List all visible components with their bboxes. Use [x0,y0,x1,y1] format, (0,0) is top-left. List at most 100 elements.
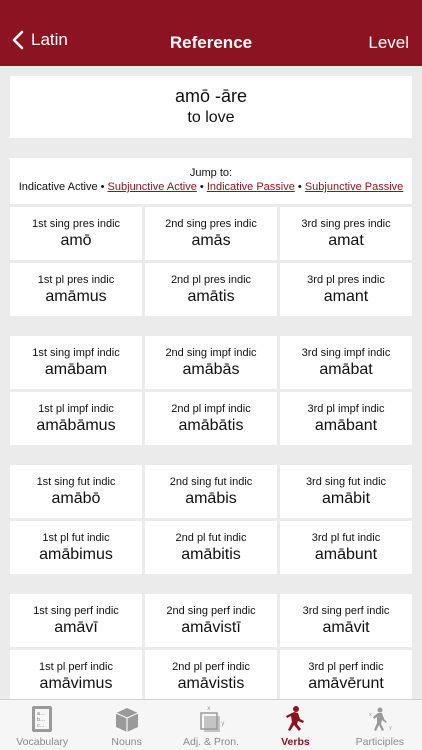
svg-text:c...: c... [37,723,45,729]
conjugation-cell: 2nd sing pres indic amās [145,207,277,260]
jump-link-subjunctive-passive[interactable]: Subjunctive Passive [305,181,403,193]
conjugation-cell: 1st pl pres indic amāmus [10,263,142,316]
verb-form: amāvimus [39,675,113,692]
verb-form: amāmus [45,288,107,305]
tab-label: Nouns [111,736,142,748]
verb-form: amat [328,232,364,249]
level-button[interactable]: Level [368,33,409,53]
nouns-icon [115,708,138,732]
navigation-bar: Latin Reference Level [0,0,422,66]
verb-form: amātis [187,288,235,305]
present-indicative-group: 1st sing pres indic amō 2nd sing pres ind… [10,207,412,316]
verb-form: amāvistī [181,619,241,636]
jump-to-label: Jump to: [189,167,233,179]
reference-content[interactable]: amō -āre to love Jump to: Indicative Act… [0,66,422,699]
form-label: 2nd sing fut indic [169,476,253,488]
conjugation-cell: 3rd pl perf indic amāvērunt [280,650,412,699]
verb-form: amābit [321,490,371,507]
conjugation-cell: 1st sing fut indic amābō [10,465,142,518]
jump-separator: • [199,181,207,193]
jump-link-subjunctive-active[interactable]: Subjunctive Active [108,181,197,193]
form-label: 1st pl impf indic [38,403,114,415]
conjugation-cell: 3rd sing impf indic amābat [280,336,412,389]
verb-header-card: amō -āre to love [10,76,412,138]
verb-form: amābis [185,490,237,507]
conjugation-cell: 1st sing impf indic amābam [10,336,142,389]
conjugation-cell: 3rd sing perf indic amāvit [280,594,412,647]
verb-lemma: amō -āre [174,86,248,106]
verb-form: amāvit [322,619,370,636]
verb-form: amāvistis [177,675,245,692]
form-label: 1st pl pres indic [37,274,115,286]
form-label: 1st sing perf indic [33,605,119,617]
verb-form: amābam [44,361,108,378]
tab-participles[interactable]: x y Participles [338,700,422,750]
future-indicative-group: 1st sing fut indic amābō 2nd sing fut ind… [10,465,412,574]
verb-form: amās [191,232,231,249]
form-label: 3rd pl pres indic [307,274,385,286]
conjugation-cell: 2nd pl perf indic amāvistis [145,650,277,699]
form-label: 2nd pl pres indic [170,274,252,286]
jump-current-section: Indicative Active [18,181,98,193]
conjugation-cell: 2nd pl fut indic amābitis [145,521,277,574]
svg-text:x: x [207,705,211,712]
form-label: 3rd sing fut indic [305,476,387,488]
conjugation-cell: 2nd pl pres indic amātis [145,263,277,316]
verb-form: amābātis [178,417,244,434]
svg-text:y: y [221,720,225,727]
conjugation-cell: 2nd sing fut indic amābis [145,465,277,518]
verb-form: amābant [314,417,378,434]
svg-text:x: x [369,712,372,718]
form-label: 2nd pl perf indic [172,661,250,673]
verb-form: amābās [182,361,240,378]
form-label: 2nd pl fut indic [175,532,247,544]
verb-form: amābō [51,490,101,507]
conjugation-cell: 1st pl impf indic amābāmus [10,392,142,445]
conjugation-cell: 2nd sing impf indic amābās [145,336,277,389]
tab-verbs[interactable]: Verbs [253,700,337,750]
form-label: 2nd pl impf indic [171,403,251,415]
verbs-icon [286,706,305,731]
svg-text:y: y [389,725,392,731]
verb-form: amābāmus [36,417,116,434]
tab-adjectives-pronouns[interactable]: x y Adj. & Pron. [169,700,253,750]
jump-separator: • [100,181,108,193]
conjugation-cell: 3rd sing fut indic amābit [280,465,412,518]
tab-bar: a... b... c... Vocabulary Nouns x y Adj.… [0,699,422,750]
page-title: Reference [169,33,253,52]
adjectives-icon: x y [200,705,225,732]
form-label: 3rd sing impf indic [301,347,391,359]
jump-link-indicative-passive[interactable]: Indicative Passive [207,181,295,193]
form-label: 3rd pl perf indic [308,661,384,673]
tab-vocabulary[interactable]: a... b... c... Vocabulary [0,700,84,750]
form-label: 3rd pl impf indic [307,403,385,415]
verb-form: amant [323,288,369,305]
conjugation-cell: 1st pl perf indic amāvimus [10,650,142,699]
verb-form: amābat [319,361,373,378]
conjugation-cell: 3rd sing pres indic amat [280,207,412,260]
tab-label: Verbs [281,736,310,748]
conjugation-cell: 3rd pl impf indic amābant [280,392,412,445]
verb-form: amāvērunt [308,675,384,692]
form-label: 1st sing impf indic [32,347,120,359]
verb-form: amābunt [314,546,378,563]
tab-label: Vocabulary [16,736,69,748]
form-label: 2nd sing pres indic [165,218,257,230]
participles-icon: x y [369,707,392,731]
conjugation-cell: 1st pl fut indic amābimus [10,521,142,574]
verb-form: amō [60,232,92,249]
jump-to-card: Jump to: Indicative Active • Subjunctive… [10,158,412,204]
form-label: 1st pl fut indic [42,532,110,544]
jump-to-links: Indicative Active • Subjunctive Active •… [10,181,412,193]
tab-nouns[interactable]: Nouns [84,700,168,750]
conjugation-cell: 1st sing pres indic amō [10,207,142,260]
conjugation-cell: 2nd sing perf indic amāvistī [145,594,277,647]
form-label: 3rd sing pres indic [301,218,391,230]
verb-meaning: to love [187,109,235,126]
form-label: 1st pl perf indic [39,661,113,673]
form-label: 3rd pl fut indic [311,532,381,544]
perfect-indicative-group: 1st sing perf indic amāvī 2nd sing perf i… [10,594,412,699]
form-label: 1st sing pres indic [31,218,121,230]
verb-form: amābimus [39,546,113,563]
form-label: 2nd sing impf indic [165,347,257,359]
